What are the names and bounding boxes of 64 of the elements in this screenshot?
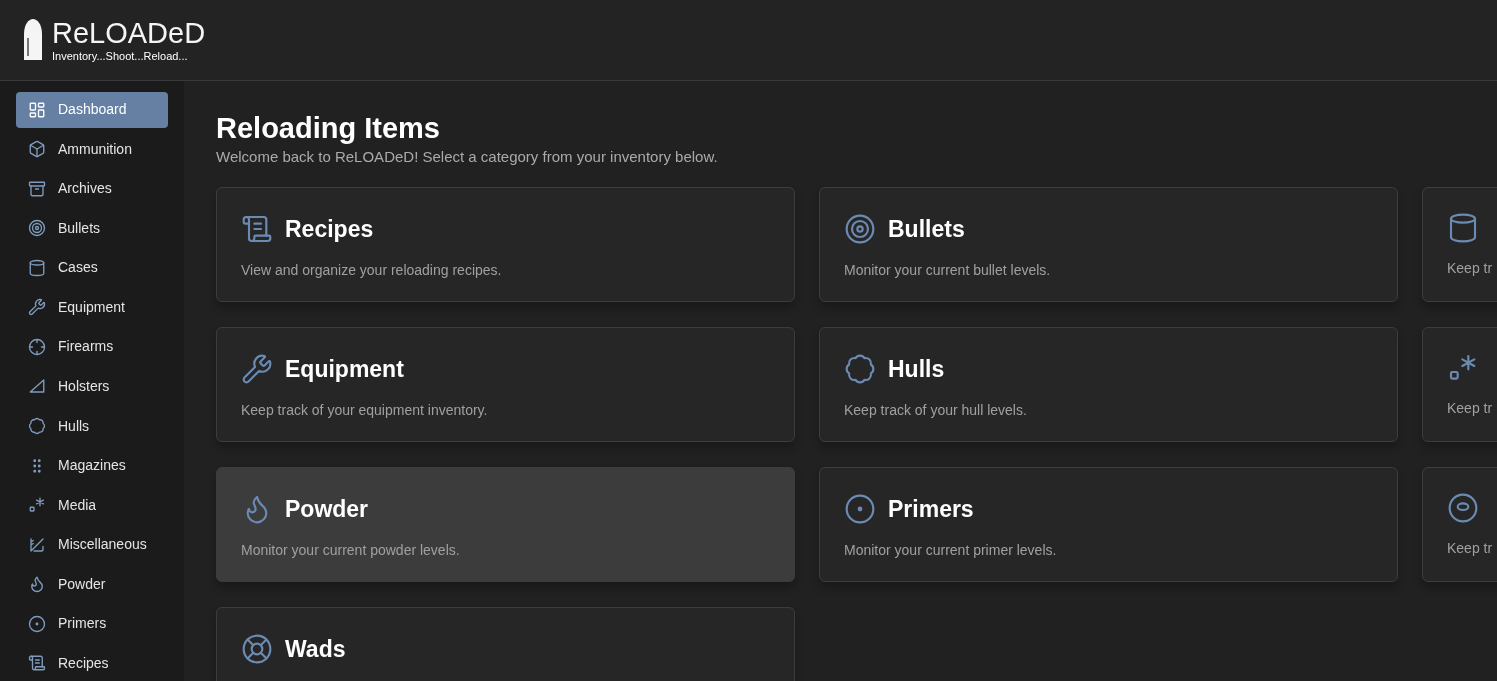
category-card[interactable]: Powder Monitor your current powder levels. — [216, 466, 795, 582]
bullet-logo-icon — [22, 18, 44, 62]
sidebar-item[interactable]: Miscellaneous — [16, 526, 168, 563]
sidebar-item[interactable]: Hulls — [16, 408, 168, 444]
card-title: Equipment — [285, 354, 404, 384]
card-title: Primers — [888, 494, 974, 524]
circle-dot-icon — [28, 614, 46, 633]
card-title: Hulls — [888, 354, 945, 384]
category-card[interactable]: Bullets Monitor your current bullet levels. — [819, 186, 1398, 302]
app-name: ReLOADeD — [52, 17, 206, 49]
wrench-icon — [28, 298, 46, 317]
sidebar-item[interactable]: Recipes — [16, 645, 168, 681]
sidebar-item[interactable]: Cases — [16, 250, 168, 286]
card-description: Keep tr — [1447, 538, 1494, 558]
archive-box-icon — [28, 179, 46, 198]
target-icon — [844, 212, 876, 245]
cylinder-icon — [1447, 211, 1479, 244]
dashboard-icon — [28, 100, 46, 119]
category-card[interactable]: Equipment Keep track of your equipment inventory. — [216, 326, 795, 442]
page-title: Reloading Items — [216, 111, 441, 145]
category-card[interactable]: Keep tr — [1422, 186, 1497, 302]
wrench-icon — [241, 352, 273, 385]
category-card[interactable]: Keep tr — [1422, 326, 1497, 442]
card-title: Wads — [285, 634, 346, 664]
sidebar-item[interactable]: Magazines — [16, 447, 168, 484]
category-card[interactable]: Recipes View and organize your reloading recipes. — [216, 186, 795, 302]
sidebar-item[interactable]: Equipment — [16, 289, 168, 326]
card-title: Powder — [285, 494, 369, 524]
card-description: Monitor your current primer levels. — [844, 541, 1058, 560]
card-title: Bullets — [888, 214, 965, 244]
target-icon — [28, 219, 46, 238]
app-tagline: Inventory...Shoot...Reload... — [52, 49, 189, 63]
sidebar-item[interactable]: Powder — [16, 566, 168, 602]
sidebar-item[interactable]: Primers — [16, 605, 168, 642]
lifebuoy-icon — [241, 632, 273, 665]
card-title: Recipes — [285, 214, 374, 244]
disc-icon — [1447, 491, 1479, 524]
card-description: Keep track of your hull levels. — [844, 401, 1028, 420]
sidebar-item[interactable]: Firearms — [16, 329, 168, 365]
sidebar-item[interactable]: Media — [16, 487, 168, 523]
card-description: Keep tr — [1447, 258, 1494, 278]
scroll-icon — [28, 654, 46, 673]
card-description: Keep track of your equipment inventory. — [241, 401, 489, 420]
asterisk-icon — [28, 496, 46, 515]
sidebar-item[interactable]: Ammunition — [16, 131, 168, 168]
triangle-icon — [28, 377, 46, 396]
category-card[interactable]: Hulls Keep track of your hull levels. — [819, 326, 1398, 442]
card-description: Monitor your current bullet levels. — [844, 261, 1052, 280]
cylinder-icon — [28, 258, 46, 277]
card-description: View and organize your reloading recipes. — [241, 261, 503, 280]
circle-dot-icon — [844, 492, 876, 525]
crosshair-icon — [28, 337, 46, 356]
cube-icon — [28, 140, 46, 159]
page-subtitle: Welcome back to ReLOADeD! Select a category from your inventory below. — [216, 147, 719, 167]
category-card[interactable]: Wads — [216, 606, 795, 681]
sidebar-item[interactable]: Holsters — [16, 368, 168, 405]
category-card[interactable]: Primers Monitor your current primer levels. — [819, 466, 1398, 582]
sidebar-item[interactable]: Archives — [16, 171, 168, 207]
card-description: Monitor your current powder levels. — [241, 541, 461, 560]
card-description: Keep tr — [1447, 398, 1494, 418]
category-card[interactable]: Keep tr — [1422, 466, 1497, 582]
sidebar-item[interactable]: Bullets — [16, 210, 168, 247]
sidebar-item[interactable]: Dashboard — [16, 92, 168, 128]
flame-icon — [28, 575, 46, 594]
